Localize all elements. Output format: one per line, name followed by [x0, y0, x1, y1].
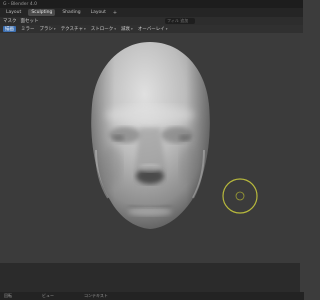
add-workspace-button[interactable]: + — [113, 10, 117, 16]
brush-cursor-icon — [222, 178, 258, 214]
chevron-down-icon: ▾ — [165, 27, 168, 31]
overlay-dropdown[interactable]: オーバーレイ ▾ — [138, 26, 168, 32]
tool-mirror-label: ミラー — [21, 27, 35, 32]
chevron-down-icon: ▾ — [131, 27, 133, 31]
falloff-dropdown-label: 減衰 — [121, 27, 131, 32]
status-view: ビュー — [42, 293, 54, 298]
tool-header: 描画 ミラー ブラシ ▾ テクスチャ ▾ ストローク ▾ 減衰 ▾ オーバーレイ… — [0, 25, 303, 33]
status-context: コンテキスト — [84, 293, 108, 298]
mode-bar: マスク 面セット — [0, 17, 303, 25]
brush-dropdown-label: ブラシ — [39, 27, 53, 32]
chevron-down-icon: ▾ — [84, 27, 86, 31]
status-bar: 回転 ビュー コンテキスト — [0, 263, 304, 300]
stroke-dropdown-label: ストローク — [90, 27, 114, 32]
window-title: G - Blender 4.0 — [3, 1, 37, 7]
texture-dropdown[interactable]: テクスチャ ▾ — [61, 26, 86, 32]
stroke-dropdown[interactable]: ストローク ▾ — [91, 26, 116, 32]
sculpt-head-mesh — [91, 42, 210, 229]
tab-sculpting[interactable]: Sculpting — [28, 9, 56, 16]
search-input[interactable]: フィル 追加 — [165, 18, 195, 24]
3d-viewport[interactable] — [0, 33, 300, 263]
overlay-dropdown-label: オーバーレイ — [137, 27, 165, 32]
workspace-tabs: Layout Sculpting Shading Layout + — [0, 8, 303, 17]
tool-draw[interactable]: 描画 — [3, 26, 16, 32]
chevron-down-icon: ▾ — [53, 27, 56, 31]
tab-layout[interactable]: Layout — [3, 9, 24, 16]
texture-dropdown-label: テクスチャ — [60, 27, 84, 32]
tab-shading[interactable]: Shading — [59, 9, 83, 16]
status-hints: 回転 ビュー コンテキスト — [0, 292, 304, 300]
mask-menu[interactable]: マスク — [3, 18, 17, 24]
brush-dropdown[interactable]: ブラシ ▾ — [40, 26, 56, 32]
tab-layout-2[interactable]: Layout — [88, 9, 109, 16]
falloff-dropdown[interactable]: 減衰 ▾ — [121, 26, 133, 32]
tool-draw-label: 描画 — [5, 27, 14, 32]
tool-mirror[interactable]: ミラー — [21, 26, 35, 32]
chevron-down-icon: ▾ — [114, 27, 117, 31]
face-sets-menu[interactable]: 面セット — [21, 18, 39, 24]
title-bar: G - Blender 4.0 — [0, 0, 303, 8]
status-rotate: 回転 — [4, 293, 12, 298]
